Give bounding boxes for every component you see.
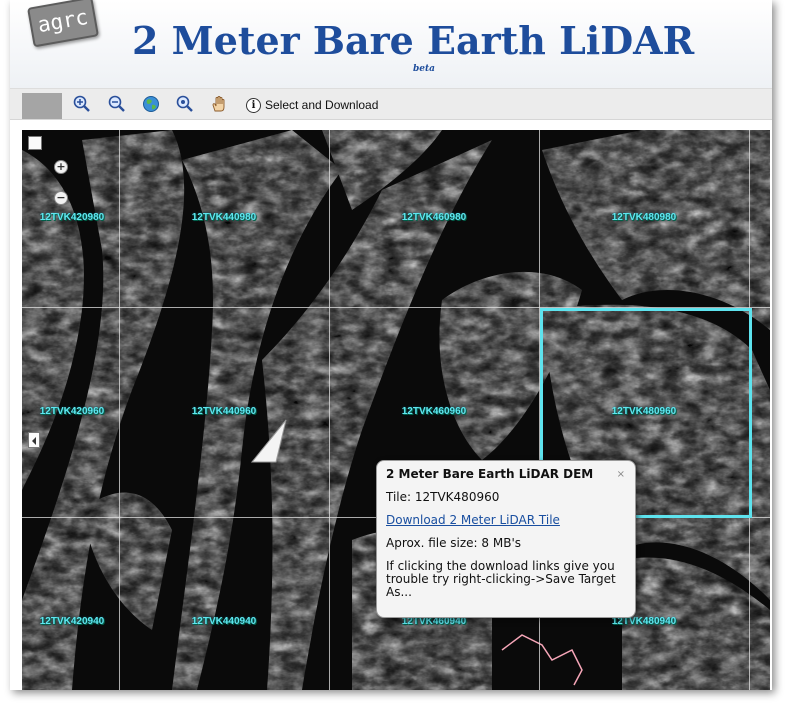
pan-west-button[interactable]	[28, 432, 40, 448]
globe-icon	[143, 96, 159, 112]
tile-label[interactable]: 12TVK460960	[402, 406, 467, 417]
toolbar: i Select and Download	[10, 88, 772, 120]
zoom-to-button[interactable]	[175, 94, 195, 114]
tile-label[interactable]: 12TVK480980	[612, 212, 677, 223]
map-zoom-out-button[interactable]: −	[54, 191, 68, 205]
popup-file-size: Aprox. file size: 8 MB's	[386, 536, 521, 550]
zoom-in-icon	[73, 95, 90, 112]
popup-hint: If clicking the download links give you …	[386, 559, 616, 599]
popup-title: 2 Meter Bare Earth LiDAR DEM	[386, 467, 594, 481]
popup-close-button[interactable]: ×	[617, 469, 625, 480]
select-download-button[interactable]: i Select and Download	[246, 95, 378, 115]
select-download-label: Select and Download	[265, 98, 379, 112]
toolbar-swatch	[22, 93, 62, 119]
grid-line	[119, 130, 120, 690]
tile-label[interactable]: 12TVK440960	[192, 406, 257, 417]
tile-label[interactable]: 12TVK420960	[40, 406, 105, 417]
tile-label[interactable]: 12TVK440980	[192, 212, 257, 223]
app-frame: agrc 2 Meter Bare Earth LiDAR beta i Sel…	[10, 0, 772, 690]
agrc-logo: agrc	[27, 0, 99, 48]
popup-tile-id: Tile: 12TVK480960	[386, 490, 500, 504]
pan-button[interactable]	[209, 94, 229, 114]
arrow-left-icon	[32, 437, 36, 445]
info-icon: i	[246, 97, 261, 113]
tile-label[interactable]: 12TVK440940	[192, 616, 257, 627]
tile-label[interactable]: 12TVK480960	[612, 406, 677, 417]
zoom-out-icon	[108, 95, 125, 112]
tile-info-popup: 2 Meter Bare Earth LiDAR DEM × Tile: 12T…	[376, 460, 636, 618]
tile-label[interactable]: 12TVK460980	[402, 212, 467, 223]
pan-northwest-button[interactable]	[28, 136, 42, 150]
download-tile-link[interactable]: Download 2 Meter LiDAR Tile	[386, 513, 560, 527]
tile-label[interactable]: 12TVK420980	[40, 212, 105, 223]
beta-tag: beta	[413, 64, 436, 74]
zoom-to-icon	[176, 95, 193, 112]
full-extent-button[interactable]	[141, 94, 161, 114]
map-zoom-in-button[interactable]: +	[54, 160, 68, 174]
page-title: 2 Meter Bare Earth LiDAR	[132, 18, 695, 63]
header: agrc 2 Meter Bare Earth LiDAR beta	[10, 0, 772, 88]
pan-hand-icon	[212, 96, 225, 112]
tile-label[interactable]: 12TVK420940	[40, 616, 105, 627]
zoom-in-button[interactable]	[72, 94, 92, 114]
grid-line	[329, 130, 330, 690]
zoom-out-button[interactable]	[107, 94, 127, 114]
popup-pointer	[250, 419, 287, 463]
map-view[interactable]: 12TVK420980 12TVK440980 12TVK460980 12TVK48…	[22, 130, 770, 690]
